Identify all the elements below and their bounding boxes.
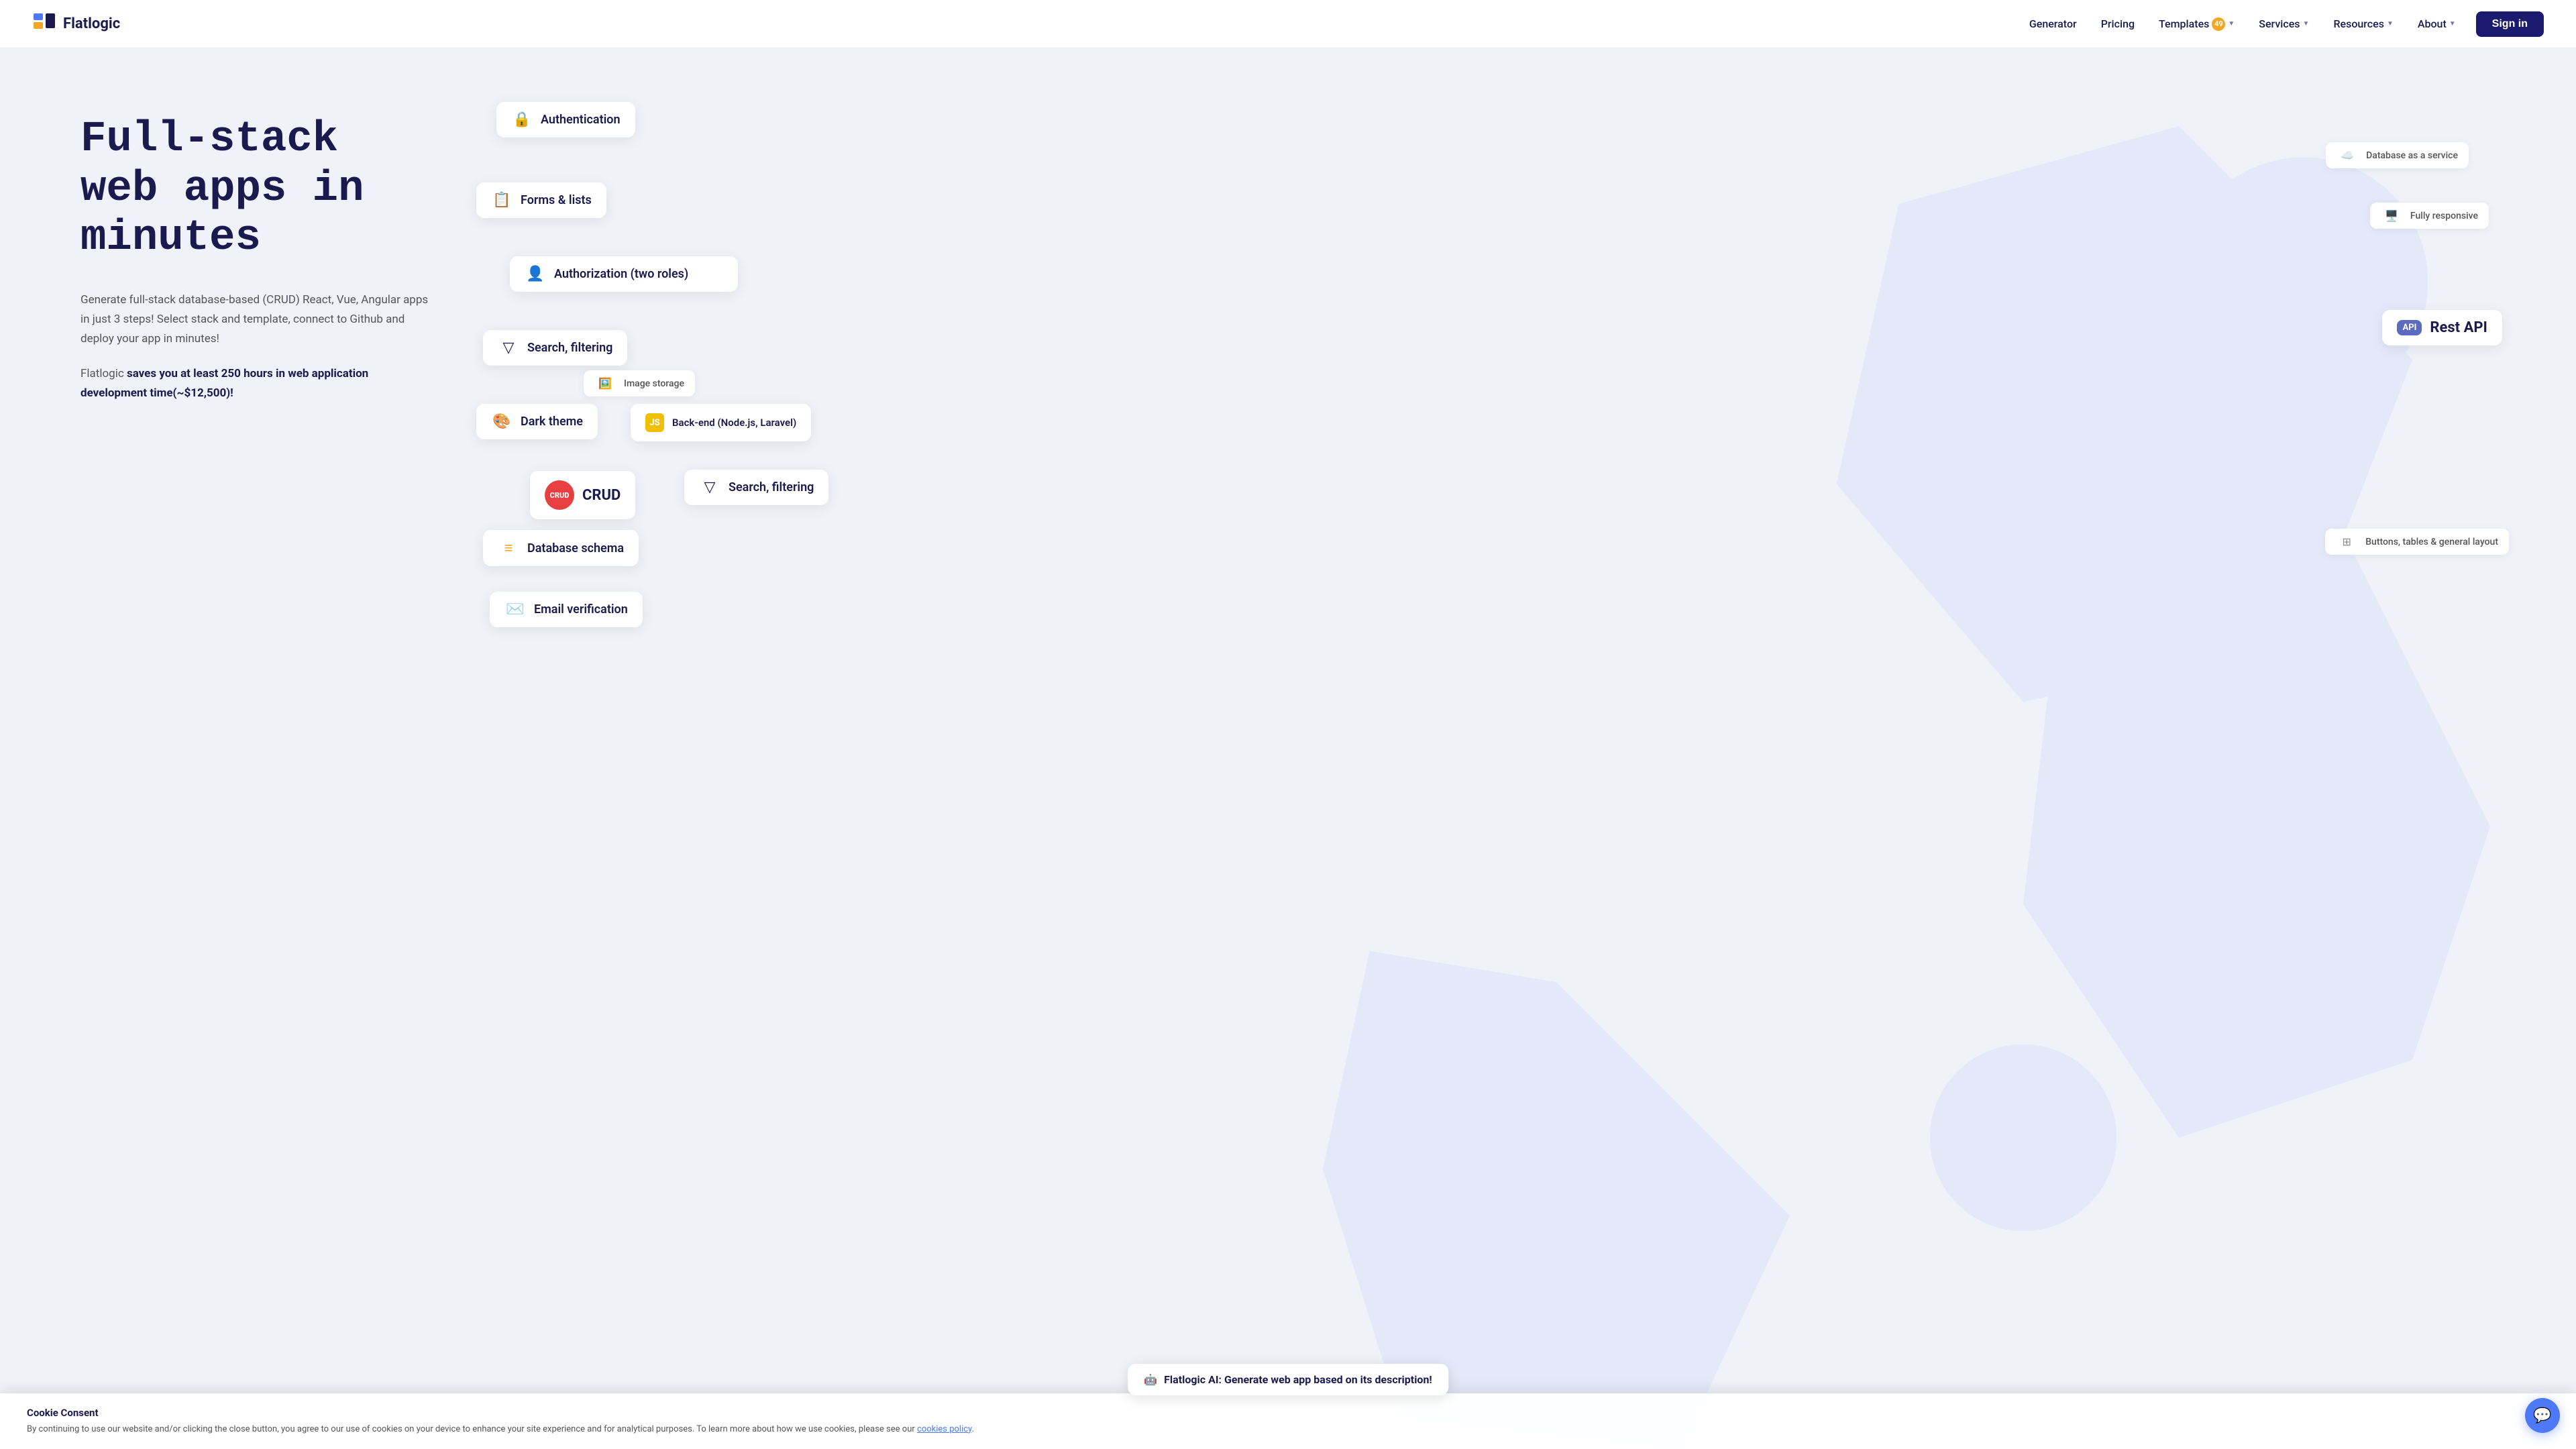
feature-rest-api[interactable]: API Rest API: [2382, 310, 2502, 345]
nav-links: Generator Pricing Templates 49 ▼ Service…: [2020, 12, 2465, 36]
api-label: Rest API: [2430, 319, 2487, 336]
feature-dark-theme[interactable]: 🎨 Dark theme: [476, 404, 598, 439]
authentication-icon: 🔒: [511, 111, 533, 128]
nav-label-services: Services: [2259, 17, 2300, 30]
nav-link-services[interactable]: Services ▼: [2249, 12, 2318, 36]
hero-description-bold: Flatlogic saves you at least 250 hours i…: [80, 364, 429, 403]
feature-fully-responsive[interactable]: 🖥️ Fully responsive: [2370, 203, 2489, 229]
feature-buttons-tables[interactable]: ⊞ Buttons, tables & general layout: [2325, 529, 2509, 555]
search-icon: ▽: [498, 339, 519, 356]
nav-item-services[interactable]: Services ▼: [2249, 12, 2318, 36]
crud-icon: CRUD: [545, 480, 574, 510]
dark-theme-icon: 🎨: [491, 413, 513, 430]
forms-label: Forms & lists: [521, 193, 592, 207]
db-service-icon: ☁️: [2337, 149, 2358, 162]
buttons-tables-icon: ⊞: [2336, 535, 2357, 548]
api-icon: API: [2397, 320, 2422, 335]
responsive-icon: 🖥️: [2381, 209, 2402, 222]
chat-icon: 💬: [2533, 1407, 2551, 1424]
forms-icon: 📋: [491, 192, 513, 209]
cookie-consent-bar: Cookie Consent By continuing to use our …: [0, 1393, 2576, 1449]
sign-in-button[interactable]: Sign in: [2476, 11, 2544, 37]
ai-banner-text: Flatlogic AI: Generate web app based on …: [1164, 1373, 1432, 1386]
backend-label: Back-end (Node.js, Laravel): [672, 417, 796, 429]
nav-label-pricing: Pricing: [2101, 17, 2135, 30]
nav-item-pricing[interactable]: Pricing: [2092, 12, 2144, 36]
nav-label-about: About: [2418, 17, 2447, 30]
backend-icon: JS: [645, 413, 664, 432]
cookie-description: By continuing to use our website and/or …: [27, 1423, 2549, 1436]
nav-item-templates[interactable]: Templates 49 ▼: [2149, 12, 2244, 36]
feature-forms-lists[interactable]: 📋 Forms & lists: [476, 182, 606, 218]
services-chevron: ▼: [2303, 20, 2310, 28]
nav-label-templates: Templates: [2159, 17, 2209, 30]
nav-link-resources[interactable]: Resources ▼: [2324, 12, 2402, 36]
feature-backend[interactable]: JS Back-end (Node.js, Laravel): [631, 404, 811, 441]
image-storage-icon: 🖼️: [594, 377, 616, 390]
search-label: Search, filtering: [527, 341, 612, 355]
nav-link-generator[interactable]: Generator: [2020, 12, 2086, 36]
templates-badge: 49: [2212, 17, 2225, 31]
crud-label: CRUD: [582, 487, 621, 504]
templates-chevron: ▼: [2228, 20, 2235, 28]
dark-theme-label: Dark theme: [521, 415, 583, 429]
db-service-label: Database as a service: [2366, 150, 2458, 161]
authorization-icon: 👤: [525, 266, 546, 282]
feature-image-storage[interactable]: 🖼️ Image storage: [584, 370, 695, 396]
ai-banner-emoji: 🤖: [1144, 1373, 1157, 1386]
hero-section: Full-stackweb apps inminutes Generate fu…: [0, 48, 2576, 1449]
hero-bold-prefix: Flatlogic: [80, 367, 127, 380]
nav-link-templates[interactable]: Templates 49 ▼: [2149, 12, 2244, 36]
resources-chevron: ▼: [2387, 20, 2394, 28]
logo-icon: [32, 12, 56, 36]
nav-label-generator: Generator: [2029, 17, 2077, 30]
db-schema-icon: ≡: [498, 539, 519, 557]
image-storage-label: Image storage: [624, 378, 684, 389]
nav-label-resources: Resources: [2333, 17, 2384, 30]
hero-title: Full-stackweb apps inminutes: [80, 115, 470, 264]
logo-link[interactable]: Flatlogic: [32, 12, 120, 36]
chat-button[interactable]: 💬: [2525, 1398, 2560, 1433]
nav-link-pricing[interactable]: Pricing: [2092, 12, 2144, 36]
nav-item-generator[interactable]: Generator: [2020, 12, 2086, 36]
feature-crud[interactable]: CRUD CRUD: [530, 471, 635, 519]
feature-search-filter-2[interactable]: ▽ Search, filtering: [684, 470, 828, 505]
nav-item-resources[interactable]: Resources ▼: [2324, 12, 2402, 36]
nav-link-about[interactable]: About ▼: [2408, 12, 2465, 36]
nav-item-about[interactable]: About ▼: [2408, 12, 2465, 36]
feature-authentication[interactable]: 🔒 Authentication: [496, 102, 635, 138]
email-icon: ✉️: [504, 601, 526, 618]
email-label: Email verification: [534, 602, 628, 616]
hero-right-column: 🔒 Authentication ☁️ Database as a servic…: [470, 89, 2522, 518]
authentication-label: Authentication: [541, 113, 621, 127]
feature-email-verify[interactable]: ✉️ Email verification: [490, 592, 643, 627]
cookie-desc-text: By continuing to use our website and/or …: [27, 1424, 915, 1434]
logo-text: Flatlogic: [63, 15, 120, 32]
feature-search-filter[interactable]: ▽ Search, filtering: [483, 330, 627, 366]
db-schema-label: Database schema: [527, 541, 624, 555]
search2-label: Search, filtering: [729, 480, 814, 494]
buttons-tables-label: Buttons, tables & general layout: [2365, 537, 2498, 547]
cookie-title: Cookie Consent: [27, 1407, 2549, 1419]
hero-description: Generate full-stack database-based (CRUD…: [80, 290, 429, 349]
feature-db-schema[interactable]: ≡ Database schema: [483, 530, 639, 566]
feature-authorization[interactable]: 👤 Authorization (two roles): [510, 256, 738, 292]
ai-banner[interactable]: 🤖 Flatlogic AI: Generate web app based o…: [1128, 1364, 1448, 1395]
authorization-label: Authorization (two roles): [554, 267, 688, 281]
hero-left-column: Full-stackweb apps inminutes Generate fu…: [80, 89, 470, 403]
cookie-policy-link[interactable]: cookies policy: [917, 1424, 972, 1434]
responsive-label: Fully responsive: [2410, 211, 2478, 221]
feature-db-service[interactable]: ☁️ Database as a service: [2326, 142, 2469, 168]
about-chevron: ▼: [2449, 20, 2456, 28]
search2-icon: ▽: [699, 479, 720, 496]
navbar: Flatlogic Generator Pricing Templates 49…: [0, 0, 2576, 48]
